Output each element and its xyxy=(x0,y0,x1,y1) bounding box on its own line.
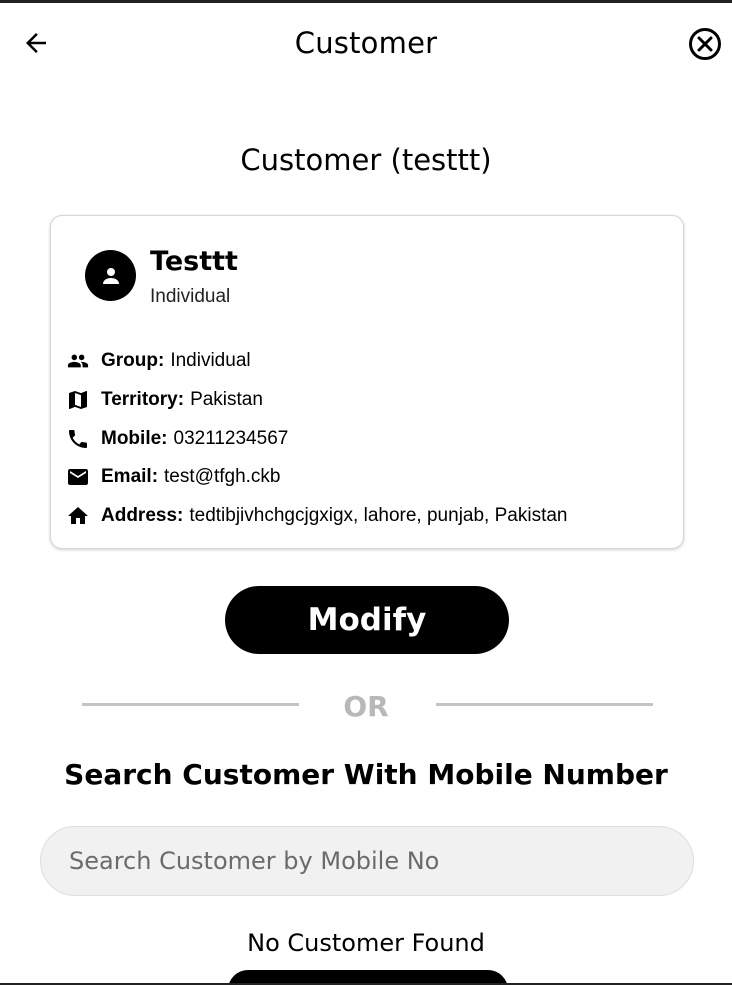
info-row-group: Group: Individual xyxy=(65,348,251,374)
close-button[interactable] xyxy=(686,25,724,63)
customer-type: Individual xyxy=(150,286,231,307)
info-row-email: Email: test@tfgh.ckb xyxy=(65,464,280,490)
search-mobile-input[interactable] xyxy=(40,826,694,896)
territory-value: Pakistan xyxy=(190,389,263,410)
info-row-mobile: Mobile: 03211234567 xyxy=(65,426,288,452)
info-row-address: Address: tedtibjivhchgcjgxigx, lahore, p… xyxy=(65,503,567,529)
email-label: Email: xyxy=(101,466,159,487)
divider-right xyxy=(436,703,653,706)
no-customer-found-text: No Customer Found xyxy=(247,929,485,957)
email-value: test@tfgh.ckb xyxy=(164,466,281,487)
address-value: tedtibjivhchgcjgxigx, lahore, punjab, Pa… xyxy=(189,505,568,526)
mobile-label: Mobile: xyxy=(101,428,168,449)
group-value: Individual xyxy=(170,350,251,371)
map-icon xyxy=(69,391,87,409)
group-icon xyxy=(67,354,89,368)
group-label: Group: xyxy=(101,350,165,371)
or-divider-text: OR xyxy=(343,690,389,723)
customer-name: Testtt xyxy=(150,246,238,277)
avatar xyxy=(85,250,136,301)
search-title: Search Customer With Mobile Number xyxy=(64,758,668,791)
home-icon xyxy=(68,507,88,524)
info-row-territory: Territory: Pakistan xyxy=(65,387,263,413)
close-circle-icon xyxy=(689,28,721,60)
phone-icon xyxy=(69,430,87,448)
territory-label: Territory: xyxy=(101,389,185,410)
header-title: Customer xyxy=(294,26,438,60)
mobile-value: 03211234567 xyxy=(173,428,289,449)
app-header: Customer xyxy=(0,3,732,83)
section-title: Customer (testtt) xyxy=(240,143,492,177)
person-icon xyxy=(102,267,119,284)
modify-button[interactable]: Modify xyxy=(225,586,509,654)
customer-card: Testtt Individual Group: Individual Terr… xyxy=(50,215,684,549)
email-icon xyxy=(68,469,88,485)
address-label: Address: xyxy=(101,505,184,526)
